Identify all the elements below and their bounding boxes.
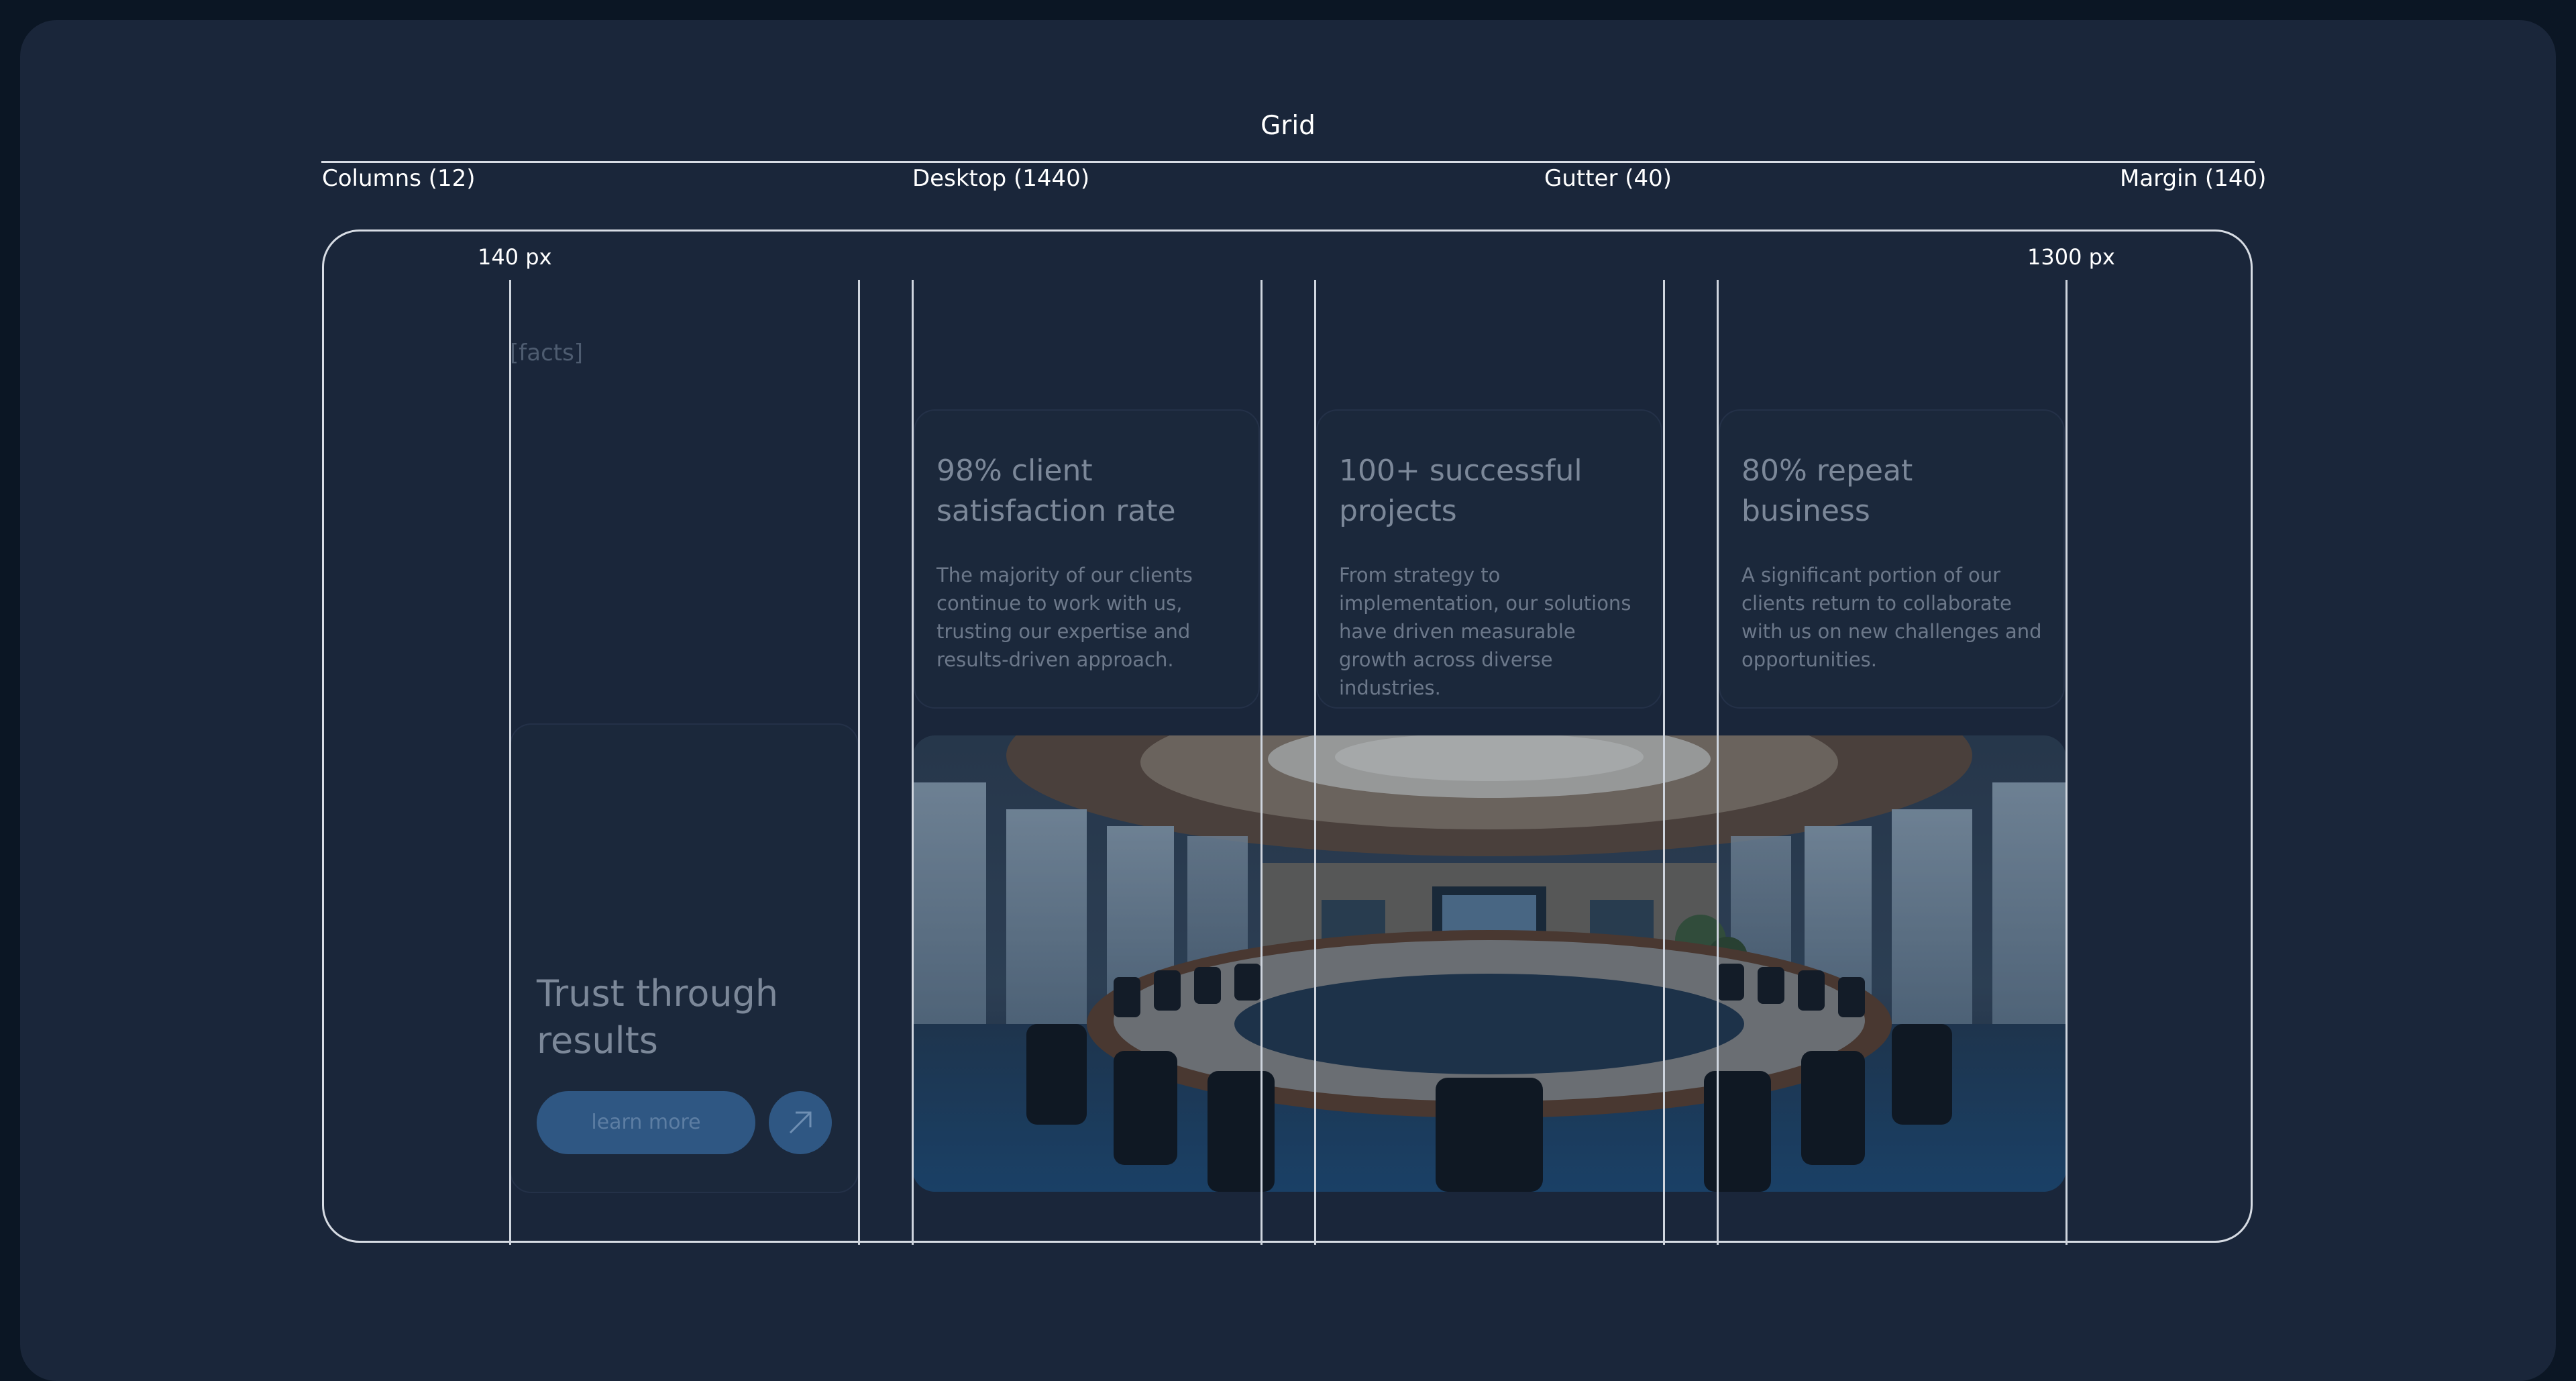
arrow-up-right-icon <box>789 1111 812 1134</box>
learn-more-button[interactable]: learn more <box>537 1091 755 1154</box>
column-guide-line <box>1314 280 1316 1245</box>
cta-title: Trust through results <box>537 972 779 1062</box>
cta-card: Trust through results learn more <box>510 723 859 1193</box>
stat-description: The majority of our clients continue to … <box>936 564 1193 671</box>
stat-description: From strategy to implementation, our sol… <box>1339 564 1631 699</box>
stat-card-satisfaction: 98% client satisfaction rate The majorit… <box>914 409 1260 709</box>
column-guide-line <box>1717 280 1719 1245</box>
column-guide-line <box>1663 280 1665 1245</box>
margin-label: Margin (140) <box>2120 165 2267 192</box>
arrow-button[interactable] <box>769 1091 832 1154</box>
stat-title: 98% client satisfaction rate <box>936 454 1176 528</box>
gutter-label: Gutter (40) <box>1544 165 1672 192</box>
stat-description: A significant portion of our clients ret… <box>1741 564 2042 671</box>
stat-card-repeat-business: 80% repeat business A significant portio… <box>1719 409 2065 709</box>
column-guide-line <box>2065 280 2068 1245</box>
stat-title: 80% repeat business <box>1741 454 1913 528</box>
conference-room-image <box>912 735 2066 1192</box>
columns-label: Columns (12) <box>322 165 476 192</box>
column-guide-line <box>509 280 511 1245</box>
header-divider <box>321 161 2255 163</box>
desktop-label: Desktop (1440) <box>912 165 1090 192</box>
stat-card-projects: 100+ successful projects From strategy t… <box>1316 409 1662 709</box>
right-margin-marker: 1300 px <box>2027 244 2115 270</box>
stat-title: 100+ successful projects <box>1339 454 1582 528</box>
column-guide-line <box>858 280 860 1245</box>
page-title: Grid <box>1260 111 1316 141</box>
column-guide-line <box>912 280 914 1245</box>
left-margin-marker: 140 px <box>478 244 552 270</box>
column-guide-line <box>1260 280 1263 1245</box>
section-tag: [facts] <box>510 340 584 366</box>
